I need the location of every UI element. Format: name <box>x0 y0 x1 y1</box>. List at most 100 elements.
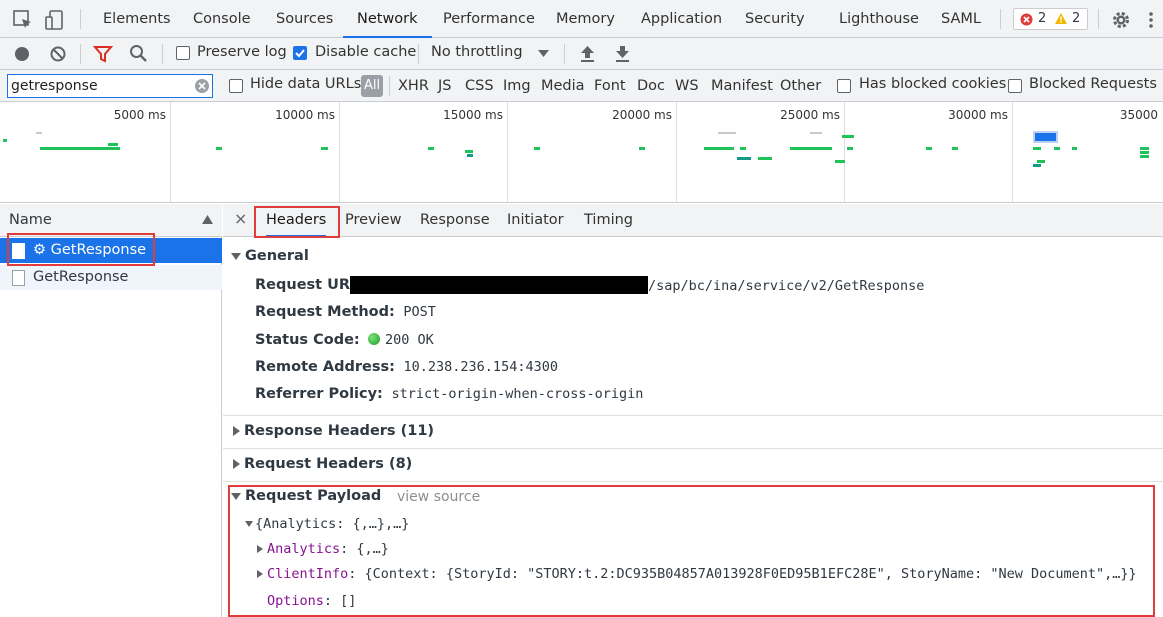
filter-manifest[interactable]: Manifest <box>711 75 773 97</box>
redacted-host <box>350 276 648 294</box>
filter-icon[interactable] <box>93 45 113 63</box>
request-row-getresponse-2[interactable]: GetResponse <box>0 265 222 290</box>
tick-label: 15000 ms <box>443 108 503 122</box>
tab-elements[interactable]: Elements <box>103 0 171 38</box>
tab-timing[interactable]: Timing <box>584 204 633 237</box>
filter-xhr[interactable]: XHR <box>398 75 429 97</box>
disable-cache-label: Disable cache <box>315 44 417 60</box>
tab-response[interactable]: Response <box>420 204 490 237</box>
sort-ascending-icon <box>202 215 213 224</box>
preserve-log-checkbox[interactable] <box>176 46 190 60</box>
filter-img[interactable]: Img <box>503 75 531 97</box>
throttling-select[interactable]: No throttling <box>431 44 523 60</box>
clear-icon[interactable] <box>49 45 67 63</box>
collapsed-triangle-icon <box>233 426 240 436</box>
tick-label: 5000 ms <box>113 108 166 122</box>
tab-lighthouse[interactable]: Lighthouse <box>839 0 919 38</box>
disable-cache-checkbox[interactable] <box>293 46 307 60</box>
tab-performance[interactable]: Performance <box>443 0 535 38</box>
filter-bar: getresponse Hide data URLs All XHR JS CS… <box>0 70 1163 102</box>
tick-label: 35000 <box>1119 108 1158 122</box>
filter-media[interactable]: Media <box>541 75 585 97</box>
details-tab-bar: × Headers Preview Response Initiator Tim… <box>223 204 1163 237</box>
error-count: 2 <box>1038 11 1047 26</box>
filter-input[interactable]: getresponse <box>7 74 213 98</box>
referrer-policy-value: strict-origin-when-cross-origin <box>391 386 644 402</box>
request-url-row: Request URL: <box>255 277 365 293</box>
warning-icon <box>1055 13 1067 24</box>
has-blocked-cookies-label: Has blocked cookies <box>859 76 1007 92</box>
error-icon <box>1020 13 1033 26</box>
warning-count: 2 <box>1072 11 1081 26</box>
tab-sources[interactable]: Sources <box>276 0 333 38</box>
settings-gear-icon[interactable] <box>1110 9 1132 31</box>
tab-network[interactable]: Network <box>343 0 432 38</box>
devtools-tab-bar: Elements Console Sources Network Perform… <box>0 0 1163 38</box>
name-header-label: Name <box>9 212 52 228</box>
close-details-icon[interactable]: × <box>234 209 247 228</box>
import-har-icon[interactable] <box>579 44 596 63</box>
tab-application[interactable]: Application <box>641 0 722 38</box>
blocked-requests-checkbox[interactable] <box>1008 79 1022 93</box>
request-url-value-row: /sap/bc/ina/service/v2/GetResponse <box>648 278 924 294</box>
tab-security[interactable]: Security <box>745 0 805 38</box>
inspect-element-icon[interactable] <box>12 9 34 31</box>
chevron-down-icon[interactable] <box>538 50 549 58</box>
request-method-row: Request Method: POST <box>255 304 436 320</box>
collapsed-triangle-icon <box>233 459 240 469</box>
network-toolbar: Preserve log Disable cache No throttling <box>0 38 1163 70</box>
expanded-triangle-icon <box>231 252 241 260</box>
general-section-header[interactable]: General <box>231 248 309 264</box>
status-ok-icon <box>368 333 381 345</box>
highlight-box <box>7 233 155 266</box>
preserve-log-label: Preserve log <box>197 44 287 60</box>
remote-address-row: Remote Address: 10.238.236.154:4300 <box>255 359 558 375</box>
search-icon[interactable] <box>129 44 148 63</box>
status-code-label: Status Code: <box>255 332 360 348</box>
request-method-label: Request Method: <box>255 304 395 320</box>
filter-all-button[interactable]: All <box>361 75 383 97</box>
has-blocked-cookies-checkbox[interactable] <box>837 79 851 93</box>
issues-badge[interactable]: 2 2 <box>1013 8 1088 30</box>
filter-ws[interactable]: WS <box>675 75 699 97</box>
request-url-value: /sap/bc/ina/service/v2/GetResponse <box>648 278 925 294</box>
blocked-requests-label: Blocked Requests <box>1029 76 1157 92</box>
filter-font[interactable]: Font <box>594 75 626 97</box>
clear-filter-icon[interactable] <box>194 78 210 94</box>
export-har-icon[interactable] <box>614 44 631 63</box>
filter-doc[interactable]: Doc <box>637 75 665 97</box>
tab-initiator[interactable]: Initiator <box>507 204 564 237</box>
tab-memory[interactable]: Memory <box>556 0 615 38</box>
record-icon[interactable] <box>13 45 31 63</box>
general-title: General <box>245 248 309 264</box>
hide-data-urls-checkbox[interactable] <box>229 79 243 93</box>
tab-console[interactable]: Console <box>193 0 251 38</box>
response-headers-title: Response Headers (11) <box>244 423 435 439</box>
request-list: Name ⚙ GetResponse GetResponse <box>0 204 222 617</box>
more-options-icon[interactable] <box>1140 9 1162 31</box>
tick-label: 25000 ms <box>780 108 840 122</box>
tab-preview[interactable]: Preview <box>345 204 401 237</box>
remote-address-label: Remote Address: <box>255 359 395 375</box>
request-details: × Headers Preview Response Initiator Tim… <box>223 204 1163 617</box>
referrer-policy-label: Referrer Policy: <box>255 386 383 402</box>
remote-address-value: 10.238.236.154:4300 <box>403 359 558 375</box>
request-headers-title: Request Headers (8) <box>244 456 413 472</box>
hide-data-urls-label: Hide data URLs <box>250 76 362 92</box>
filter-css[interactable]: CSS <box>465 75 494 97</box>
request-headers-section[interactable]: Request Headers (8) <box>233 456 412 472</box>
device-toolbar-icon[interactable] <box>44 9 66 31</box>
tick-label: 30000 ms <box>948 108 1008 122</box>
status-code-row: Status Code: 200 OK <box>255 332 434 348</box>
referrer-policy-row: Referrer Policy: strict-origin-when-cros… <box>255 386 643 402</box>
request-method-value: POST <box>403 304 436 320</box>
highlight-box <box>254 206 340 238</box>
filter-js[interactable]: JS <box>438 75 451 97</box>
request-url-label: Request URL: <box>255 277 366 293</box>
response-headers-section[interactable]: Response Headers (11) <box>233 423 434 439</box>
filter-other[interactable]: Other <box>780 75 821 97</box>
network-overview[interactable]: 5000 ms 10000 ms 15000 ms 20000 ms 25000… <box>0 102 1163 203</box>
tick-label: 10000 ms <box>275 108 335 122</box>
highlight-box <box>228 485 1155 617</box>
tab-saml[interactable]: SAML <box>941 0 981 38</box>
